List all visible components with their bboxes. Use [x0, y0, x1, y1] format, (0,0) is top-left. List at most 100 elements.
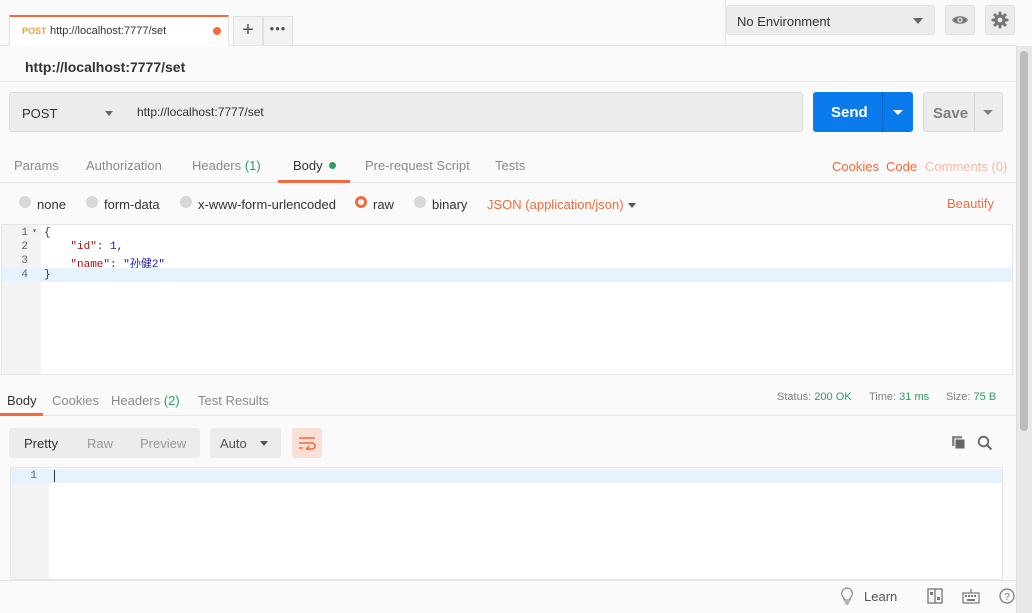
format-pretty[interactable]: Pretty [24, 436, 58, 451]
url-input[interactable] [125, 92, 803, 132]
tab-params[interactable]: Params [14, 158, 59, 173]
comments-link[interactable]: Comments (0) [925, 159, 1007, 174]
send-options-chevron-icon[interactable] [893, 110, 903, 115]
response-time: Time: 31 ms [869, 391, 929, 403]
response-body-viewer[interactable]: 1 [10, 467, 1003, 580]
code-link[interactable]: Code [886, 159, 917, 174]
send-label: Send [831, 104, 868, 121]
response-size: Size: 75 B [946, 391, 996, 403]
response-tabs: Body Cookies Headers (2) Test Results [0, 385, 1016, 416]
text-cursor [54, 470, 55, 482]
svg-text:?: ? [1004, 592, 1010, 603]
divider [0, 81, 1016, 82]
scrollbar-thumb[interactable] [1020, 51, 1028, 431]
format-preview[interactable]: Preview [140, 436, 186, 451]
json-comma: , [116, 241, 124, 253]
json-value: 1 [110, 241, 117, 253]
time-value: 31 ms [899, 391, 930, 403]
wrap-lines-button[interactable] [292, 428, 322, 458]
eye-icon [952, 16, 968, 24]
response-tab-body[interactable]: Body [7, 393, 37, 408]
chevron-down-icon[interactable] [628, 203, 636, 208]
window-scrollbar[interactable] [1016, 46, 1032, 613]
line-number: 1 [30, 470, 37, 482]
tab-authorization[interactable]: Authorization [86, 158, 162, 173]
save-options-chevron-icon[interactable] [983, 110, 993, 115]
radio-none-label[interactable]: none [37, 197, 66, 212]
environment-label: No Environment [737, 14, 831, 29]
save-label: Save [933, 105, 969, 122]
response-format-group: Pretty Raw Preview [9, 428, 200, 458]
code-line: 1 ▾ { [2, 226, 1012, 240]
radio-urlencoded[interactable] [180, 196, 192, 208]
beautify-link[interactable]: Beautify [947, 196, 994, 211]
help-button[interactable]: ? [998, 587, 1016, 605]
two-pane-icon [927, 588, 943, 604]
code-text: } [44, 269, 51, 281]
request-tab-method: POST [22, 26, 47, 36]
radio-urlencoded-label[interactable]: x-www-form-urlencoded [198, 197, 336, 212]
tab-headers[interactable]: Headers (1) [192, 158, 261, 173]
two-pane-view-button[interactable] [926, 587, 944, 605]
copy-response-button[interactable] [950, 434, 968, 452]
fold-toggle-icon[interactable]: ▾ [32, 226, 37, 236]
line-number-gutter [11, 468, 49, 579]
response-headers-count: (2) [163, 393, 180, 408]
send-button[interactable]: Send [813, 92, 913, 132]
radio-form-data[interactable] [86, 196, 98, 208]
radio-none[interactable] [19, 196, 31, 208]
tab-pre-request-script[interactable]: Pre-request Script [365, 158, 470, 173]
code-line-current: 1 [11, 469, 1002, 483]
radio-raw-label[interactable]: raw [373, 197, 394, 212]
response-tab-headers[interactable]: Headers (2) [111, 393, 180, 408]
line-number: 2 [21, 241, 28, 253]
unsaved-indicator [213, 27, 221, 35]
wrap-lines-icon [299, 437, 316, 450]
search-response-button[interactable] [976, 434, 994, 452]
radio-raw[interactable] [355, 196, 367, 208]
language-select[interactable]: Auto [210, 428, 281, 458]
response-status: Status: 200 OK [777, 391, 852, 403]
radio-binary[interactable] [414, 196, 426, 208]
content-type-select[interactable]: JSON (application/json) [487, 197, 624, 212]
tab-body[interactable]: Body [293, 158, 336, 173]
code-line: 2 "id": 1, [2, 240, 1012, 254]
format-raw[interactable]: Raw [87, 436, 113, 451]
keyboard-shortcuts-button[interactable] [962, 587, 980, 605]
manage-environments-button[interactable] [985, 5, 1015, 35]
learn-label[interactable]: Learn [864, 589, 897, 604]
cookies-link[interactable]: Cookies [832, 159, 879, 174]
copy-icon [952, 436, 966, 450]
headers-count: (1) [244, 158, 261, 173]
save-button[interactable]: Save [923, 92, 1003, 132]
method-select[interactable]: POST [9, 92, 126, 132]
request-body-editor[interactable]: 1 ▾ { 2 "id": 1, 3 "name": "孙健2" 4 } [1, 224, 1013, 375]
more-tabs-button[interactable]: ••• [263, 16, 293, 45]
method-label: POST [22, 106, 58, 121]
body-indicator [328, 162, 336, 169]
environment-quick-look-button[interactable] [945, 5, 975, 35]
size-value: 75 B [973, 391, 997, 403]
active-tab-underline [278, 180, 350, 183]
new-tab-button[interactable]: + [233, 16, 263, 45]
radio-binary-label[interactable]: binary [432, 197, 467, 212]
tab-tests[interactable]: Tests [495, 158, 525, 173]
search-icon [977, 435, 993, 451]
lightbulb-icon [841, 587, 853, 605]
request-title: http://localhost:7777/set [25, 59, 186, 75]
line-number: 1 [21, 227, 28, 239]
code-text: { [44, 227, 51, 239]
status-label: Status: [777, 391, 812, 403]
request-tab[interactable]: POST http://localhost:7777/set [9, 15, 229, 46]
environment-select[interactable]: No Environment [726, 5, 935, 35]
radio-form-data-label[interactable]: form-data [104, 197, 160, 212]
learn-button[interactable] [838, 587, 856, 605]
active-tab-underline [0, 413, 43, 416]
response-tab-cookies[interactable]: Cookies [52, 393, 99, 408]
language-label: Auto [220, 436, 247, 451]
help-icon: ? [999, 588, 1015, 604]
status-value: 200 OK [814, 391, 852, 403]
code-text: "id": 1, [70, 241, 124, 253]
response-tab-test-results[interactable]: Test Results [198, 393, 269, 408]
json-key: "id" [70, 241, 97, 253]
